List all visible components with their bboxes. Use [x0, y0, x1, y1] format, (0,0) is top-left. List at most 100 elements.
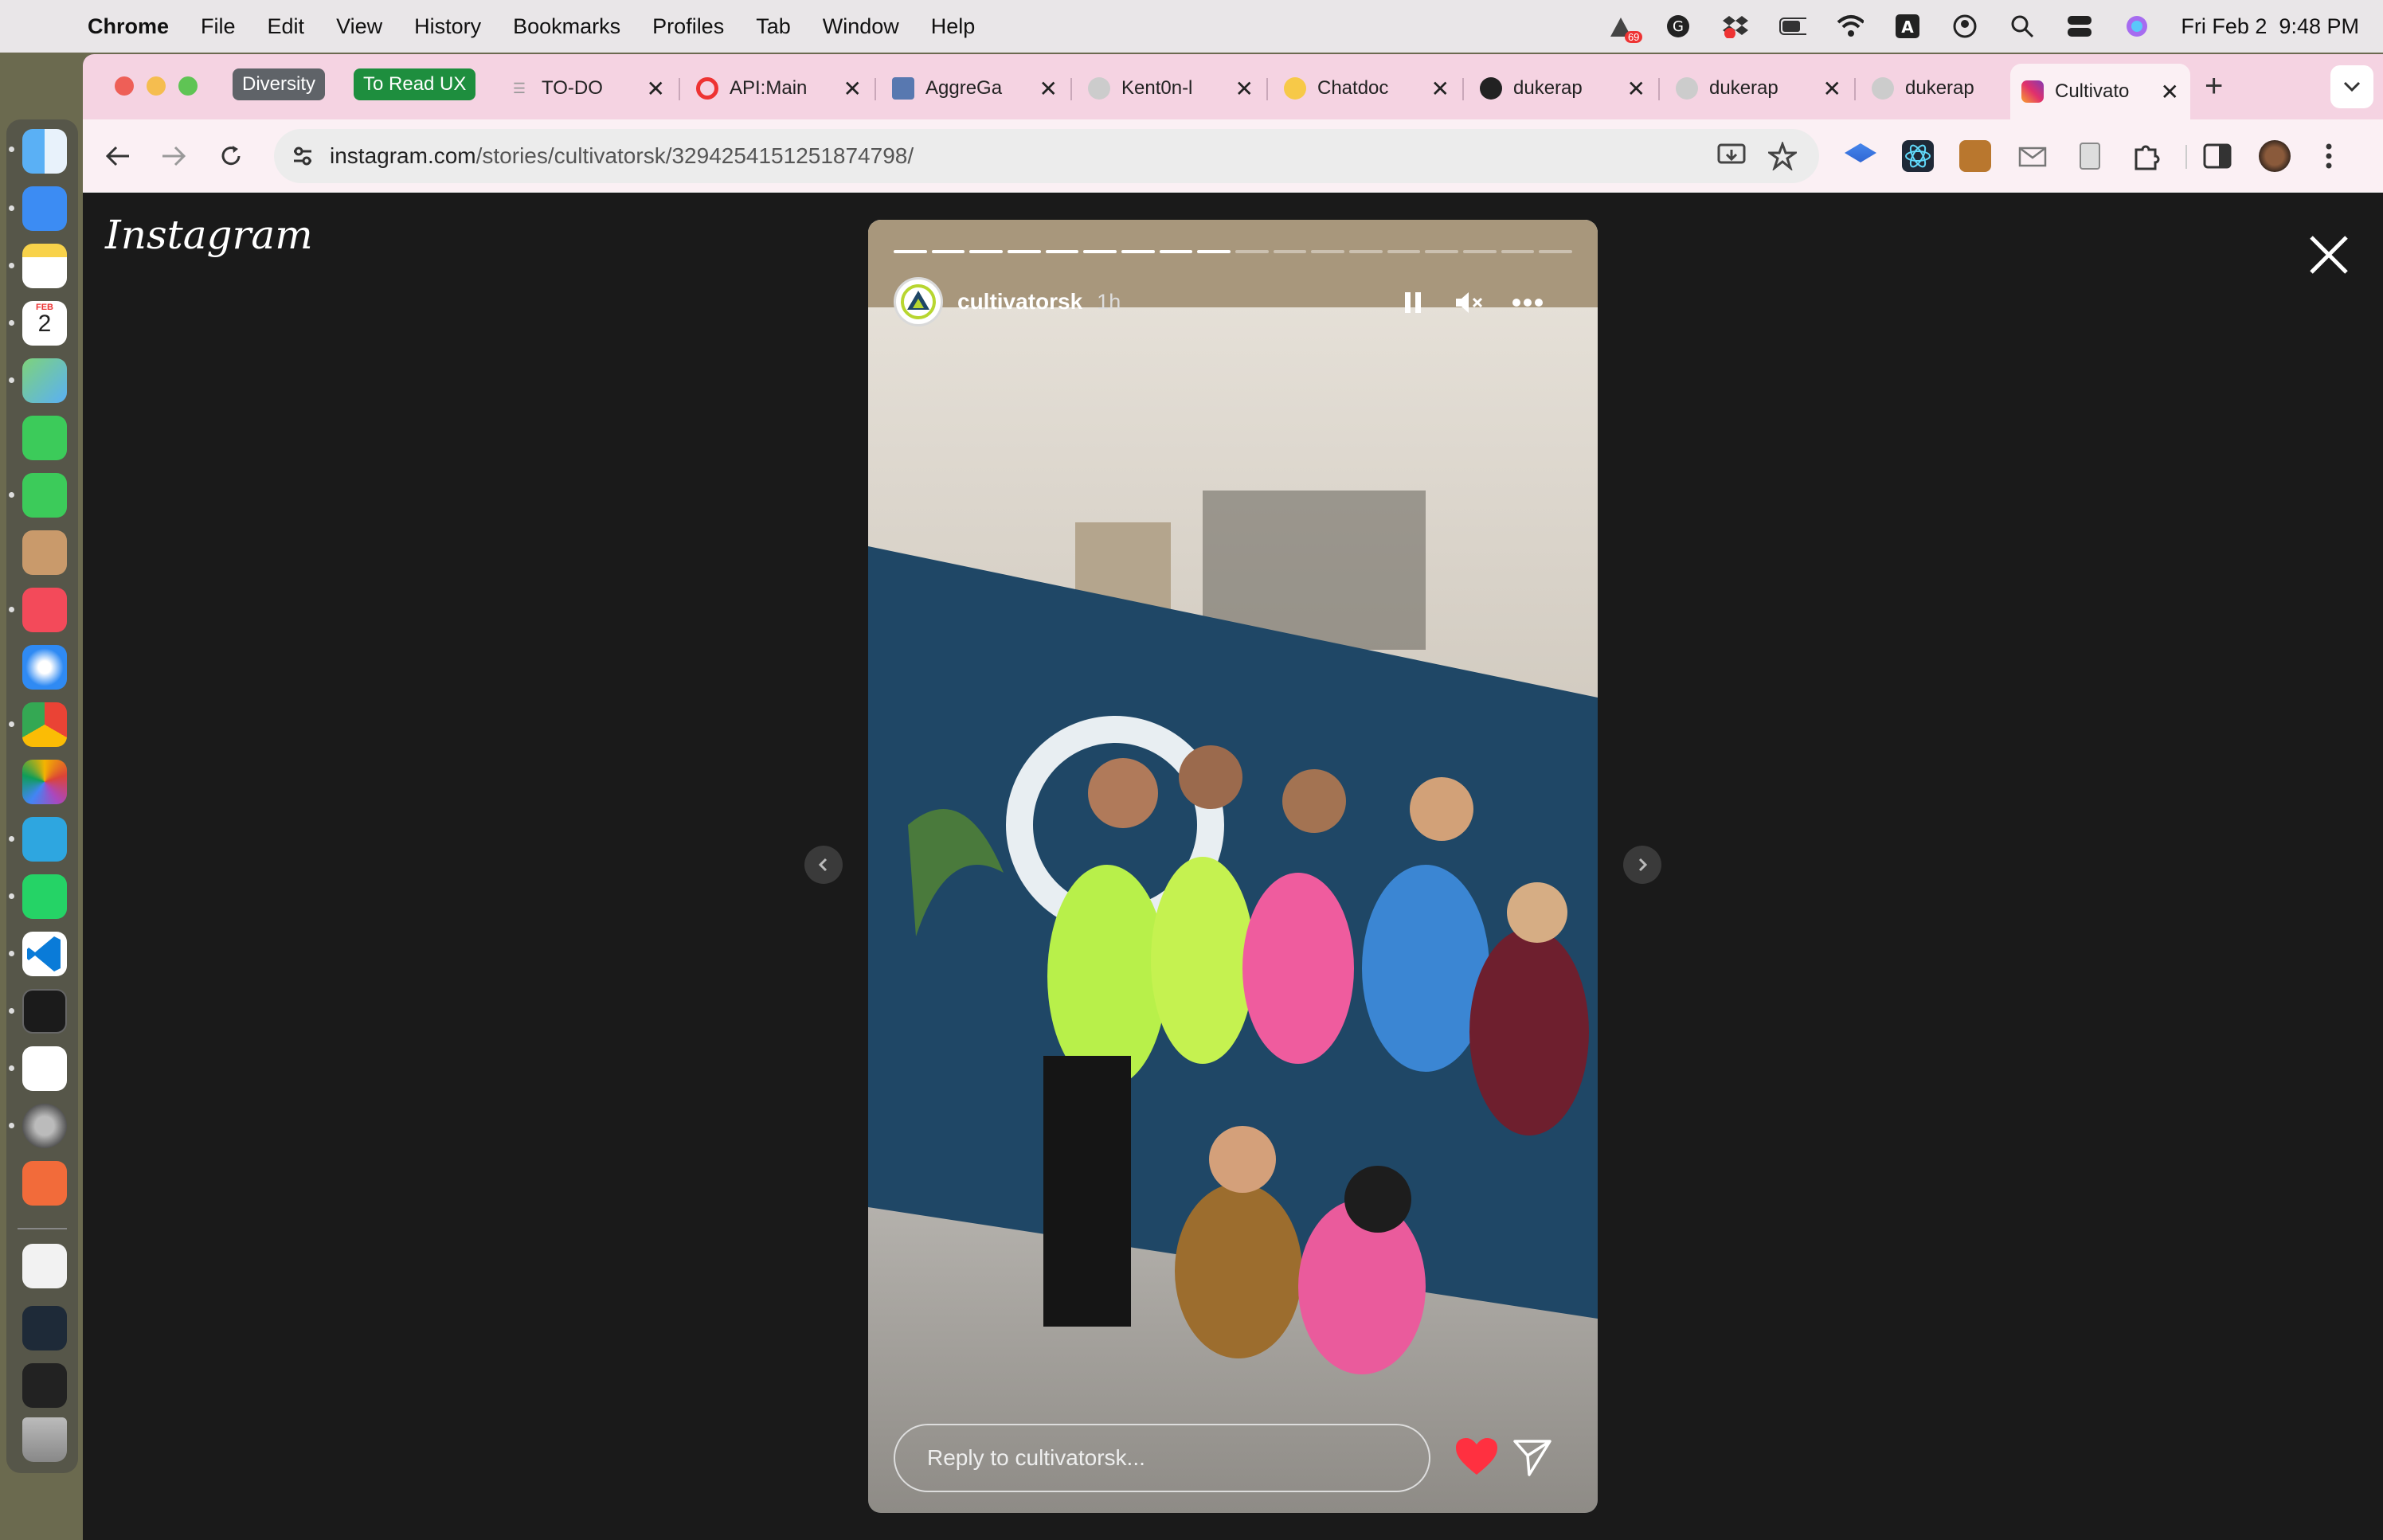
mail-extension-icon[interactable] — [2017, 140, 2048, 172]
story-photo — [868, 220, 1598, 1513]
send-icon[interactable] — [1512, 1436, 1553, 1478]
next-story-button[interactable] — [1623, 846, 1661, 884]
tab-aggrega[interactable]: AggreGa ✕ — [881, 64, 1069, 113]
tab-close-icon[interactable]: ✕ — [1235, 76, 1254, 102]
tab-close-icon[interactable]: ✕ — [647, 76, 665, 102]
vscode-icon[interactable] — [22, 932, 67, 976]
tab-close-icon[interactable]: ✕ — [1431, 76, 1450, 102]
grammarly-icon[interactable]: G — [1665, 13, 1692, 40]
close-icon[interactable] — [2303, 229, 2354, 280]
menu-profiles[interactable]: Profiles — [652, 14, 724, 39]
tab-group-to-read-ux[interactable]: To Read UX — [354, 68, 476, 100]
contacts-icon[interactable] — [22, 530, 67, 575]
battery-icon[interactable] — [1779, 13, 1807, 40]
safari-icon[interactable] — [22, 645, 67, 690]
cultivator-logo-icon — [901, 284, 936, 319]
menu-tab[interactable]: Tab — [756, 14, 791, 39]
window-thumbnail-2[interactable] — [22, 1363, 67, 1408]
terminal-icon[interactable] — [22, 989, 67, 1034]
heart-icon[interactable] — [1454, 1436, 1499, 1478]
tab-to-do[interactable]: ☰ TO-DO ✕ — [497, 64, 676, 113]
window-zoom-button[interactable] — [178, 76, 198, 96]
photos-icon[interactable] — [22, 760, 67, 804]
tab-close-icon[interactable]: ✕ — [1039, 76, 1058, 102]
finder-icon[interactable] — [22, 129, 67, 174]
sketch-app-icon[interactable] — [22, 1161, 67, 1206]
menu-edit[interactable]: Edit — [268, 14, 305, 39]
facetime-icon[interactable] — [22, 416, 67, 460]
extension-blue-cap-icon[interactable] — [1845, 143, 1876, 162]
calendar-icon[interactable]: FEB 2 — [22, 301, 67, 346]
reload-button[interactable] — [212, 137, 250, 175]
tab-dukerap-2[interactable]: dukerap ✕ — [1665, 64, 1853, 113]
menu-help[interactable]: Help — [931, 14, 976, 39]
control-center-icon[interactable] — [2066, 13, 2093, 40]
spotlight-search-icon[interactable] — [2009, 13, 2036, 40]
forward-button[interactable] — [155, 137, 193, 175]
site-info-icon[interactable] — [287, 140, 319, 172]
url-text[interactable]: instagram.com/stories/cultivatorsk/32942… — [330, 143, 914, 169]
menubar-clock[interactable]: Fri Feb 2 9:48 PM — [2181, 14, 2359, 39]
react-devtools-icon[interactable] — [1902, 140, 1934, 172]
menu-window[interactable]: Window — [823, 14, 899, 39]
window-minimize-button[interactable] — [147, 76, 166, 96]
instagram-logo[interactable]: Instagram — [105, 212, 313, 258]
extensions-puzzle-icon[interactable] — [2131, 140, 2163, 172]
new-tab-button[interactable]: + — [2205, 68, 2223, 104]
chrome-icon[interactable] — [22, 702, 67, 747]
pause-button[interactable] — [1395, 285, 1430, 320]
wifi-icon[interactable] — [1837, 13, 1865, 40]
tab-api-main[interactable]: API:Main ✕ — [685, 64, 873, 113]
avatar[interactable] — [894, 277, 943, 326]
tab-chatdoc[interactable]: Chatdoc ✕ — [1273, 64, 1461, 113]
more-menu-icon[interactable] — [2313, 140, 2345, 172]
menu-app-name[interactable]: Chrome — [88, 14, 169, 39]
tab-group-diversity[interactable]: Diversity — [233, 68, 326, 100]
menu-bookmarks[interactable]: Bookmarks — [513, 14, 620, 39]
tab-close-icon[interactable]: ✕ — [2161, 79, 2179, 105]
side-panel-icon[interactable] — [2201, 140, 2233, 172]
music-icon[interactable] — [22, 588, 67, 632]
window-thumbnail[interactable] — [22, 1306, 67, 1350]
tab-cultivator-active[interactable]: Cultivato ✕ — [2010, 64, 2190, 119]
bookmark-star-icon[interactable] — [1766, 140, 1799, 174]
document-thumbnail[interactable] — [22, 1244, 67, 1288]
story-username[interactable]: cultivatorsk — [957, 289, 1082, 315]
tab-dukerap-1[interactable]: dukerap ✕ — [1469, 64, 1657, 113]
more-options-button[interactable] — [1510, 285, 1545, 320]
maps-icon[interactable] — [22, 358, 67, 403]
siri-icon[interactable] — [2123, 13, 2150, 40]
menu-file[interactable]: File — [201, 14, 236, 39]
trash-icon[interactable] — [22, 1417, 67, 1462]
reply-input[interactable]: Reply to cultivatorsk... — [894, 1424, 1430, 1492]
slack-icon[interactable] — [22, 1046, 67, 1091]
tab-close-icon[interactable]: ✕ — [843, 76, 862, 102]
extension-brown-icon[interactable] — [1959, 140, 1991, 172]
tab-search-button[interactable] — [2330, 65, 2373, 108]
notes-icon[interactable] — [22, 244, 67, 288]
address-bar[interactable]: instagram.com/stories/cultivatorsk/32942… — [274, 129, 1819, 183]
profile-avatar[interactable] — [2259, 140, 2291, 172]
tab-close-icon[interactable]: ✕ — [1627, 76, 1645, 102]
document-extension-icon[interactable] — [2074, 140, 2106, 172]
menu-view[interactable]: View — [336, 14, 382, 39]
menu-history[interactable]: History — [414, 14, 481, 39]
input-source-icon[interactable]: A — [1894, 13, 1921, 40]
window-close-button[interactable] — [115, 76, 134, 96]
adobe-status-icon[interactable]: 69 — [1607, 13, 1643, 43]
previous-story-button[interactable] — [804, 846, 843, 884]
tab-kent0n[interactable]: Kent0n-l ✕ — [1077, 64, 1265, 113]
mail-icon[interactable] — [22, 186, 67, 231]
github-favicon-icon — [1676, 77, 1698, 100]
messages-icon[interactable] — [22, 473, 67, 518]
user-account-icon[interactable] — [1951, 13, 1978, 40]
story-card[interactable]: cultivatorsk 1h Reply to cultivatorsk... — [868, 220, 1598, 1513]
tab-close-icon[interactable]: ✕ — [1823, 76, 1841, 102]
install-app-icon[interactable] — [1717, 143, 1746, 173]
mute-button[interactable] — [1451, 285, 1486, 320]
system-settings-icon[interactable] — [22, 1104, 67, 1148]
telegram-icon[interactable] — [22, 817, 67, 862]
dropbox-icon[interactable] — [1722, 13, 1749, 40]
whatsapp-icon[interactable] — [22, 874, 67, 919]
back-button[interactable] — [99, 137, 137, 175]
